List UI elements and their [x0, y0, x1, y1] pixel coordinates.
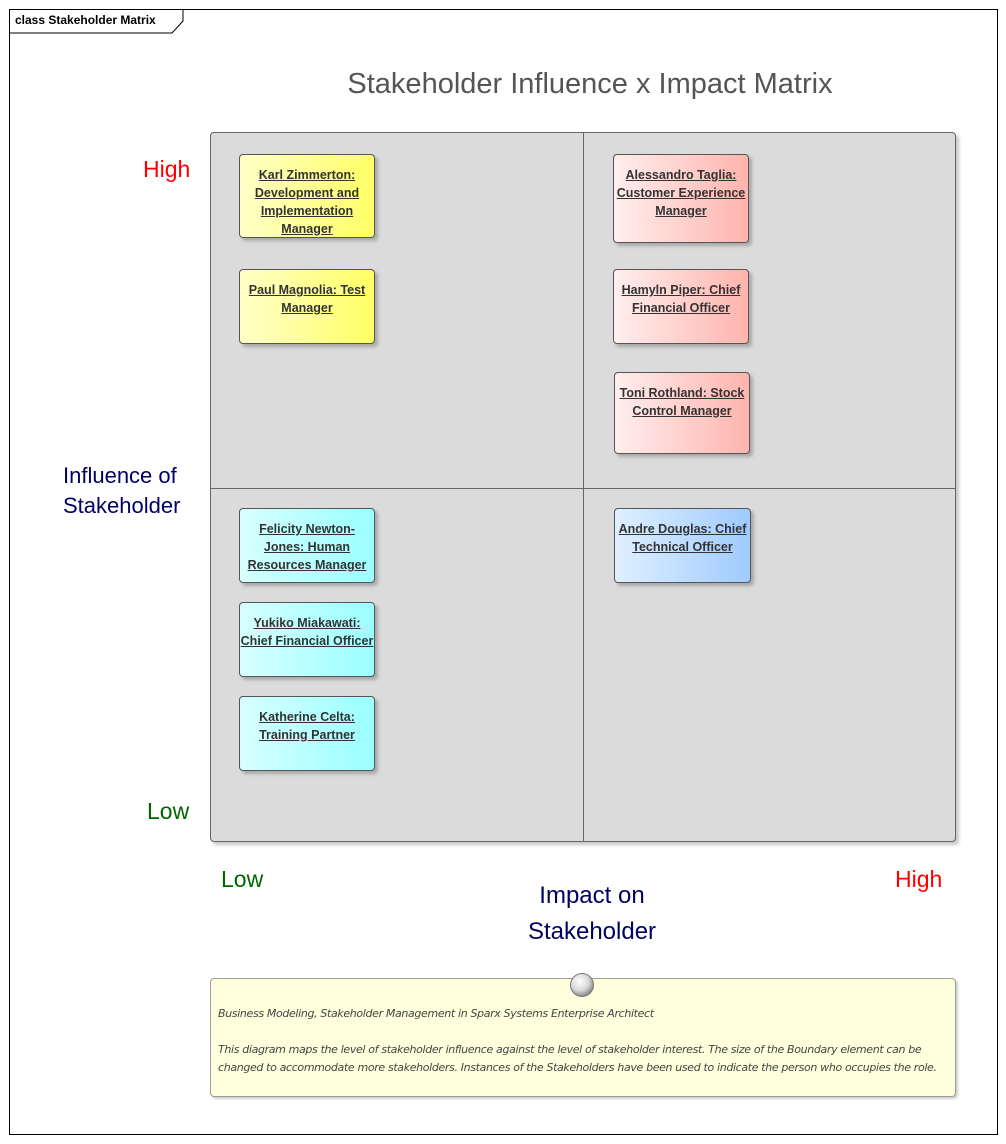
- x-axis-low-label[interactable]: Low: [221, 866, 263, 893]
- diagram-frame-label: class Stakeholder Matrix: [15, 13, 156, 27]
- stakeholder-label: Paul Magnolia: Test Manager: [248, 283, 366, 315]
- x-axis-high-label[interactable]: High: [895, 866, 942, 893]
- stakeholder-card[interactable]: Toni Rothland: Stock Control Manager: [614, 372, 750, 454]
- stakeholder-label: Toni Rothland: Stock Control Manager: [619, 386, 745, 418]
- stakeholder-card[interactable]: Yukiko Miakawati: Chief Financial Office…: [239, 602, 375, 677]
- stakeholder-label: Yukiko Miakawati: Chief Financial Office…: [240, 616, 374, 648]
- y-axis-low-label[interactable]: Low: [147, 798, 189, 825]
- stakeholder-card[interactable]: Karl Zimmerton: Development and Implemen…: [239, 154, 375, 238]
- stakeholder-label: Alessandro Taglia: Customer Experience M…: [616, 168, 746, 218]
- stakeholder-label: Hamyln Piper: Chief Financial Officer: [621, 283, 741, 315]
- note-link-circle-icon[interactable]: [569, 972, 595, 998]
- stakeholder-card[interactable]: Felicity Newton-Jones: Human Resources M…: [239, 508, 375, 583]
- note-heading: Business Modeling, Stakeholder Managemen…: [218, 1007, 654, 1020]
- y-axis-title-line1: Influence of: [63, 463, 177, 488]
- diagram-title[interactable]: Stakeholder Influence x Impact Matrix: [210, 68, 970, 101]
- stakeholder-label: Felicity Newton-Jones: Human Resources M…: [247, 522, 367, 572]
- stakeholder-card[interactable]: Paul Magnolia: Test Manager: [239, 269, 375, 344]
- stakeholder-label: Andre Douglas: Chief Technical Officer: [618, 522, 747, 554]
- note-body: This diagram maps the level of stakehold…: [218, 1043, 937, 1074]
- stakeholder-card[interactable]: Andre Douglas: Chief Technical Officer: [614, 508, 751, 583]
- x-axis-title-line1: Impact on: [539, 882, 645, 909]
- matrix-horizontal-divider: [211, 488, 955, 489]
- stakeholder-label: Karl Zimmerton: Development and Implemen…: [254, 168, 360, 236]
- y-axis-title-line2: Stakeholder: [63, 493, 181, 518]
- x-axis-title-line2: Stakeholder: [527, 918, 657, 945]
- y-axis-high-label[interactable]: High: [143, 156, 190, 183]
- y-axis-title[interactable]: Influence of Stakeholder: [63, 461, 180, 521]
- matrix-vertical-divider: [583, 133, 584, 841]
- stakeholder-card[interactable]: Alessandro Taglia: Customer Experience M…: [613, 154, 749, 243]
- stakeholder-card[interactable]: Hamyln Piper: Chief Financial Officer: [613, 269, 749, 344]
- stakeholder-label: Katherine Celta: Training Partner: [259, 710, 355, 742]
- stakeholder-card[interactable]: Katherine Celta: Training Partner: [239, 696, 375, 771]
- x-axis-title[interactable]: Impact on Stakeholder: [492, 878, 692, 950]
